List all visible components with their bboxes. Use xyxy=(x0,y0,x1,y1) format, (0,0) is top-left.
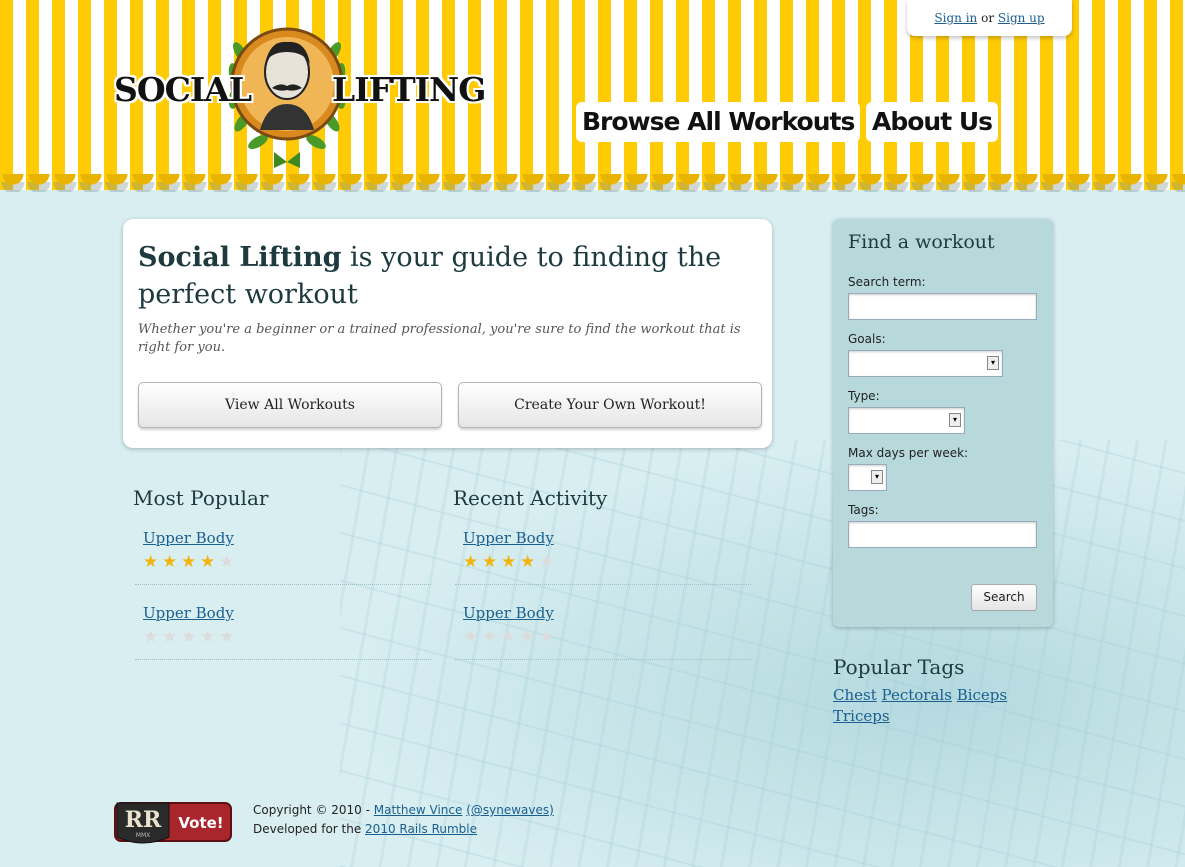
list-item: Upper Body ★ ★ ★ ★ ★ xyxy=(455,601,751,660)
badge-vote: Vote! xyxy=(178,814,223,832)
hero-panel: Social Lifting is your guide to finding … xyxy=(123,219,772,448)
type-label: Type: xyxy=(848,389,880,403)
star-icon[interactable]: ★ xyxy=(200,628,219,646)
hero-title-brand: Social Lifting xyxy=(138,242,342,273)
star-icon[interactable]: ★ xyxy=(181,553,200,571)
copyright-prefix: Copyright © 2010 - xyxy=(253,803,374,817)
view-all-workouts-button[interactable]: View All Workouts xyxy=(138,382,442,428)
badge-letters: RR xyxy=(125,807,162,833)
nav-about-us[interactable]: About Us xyxy=(866,102,999,142)
sign-up-link[interactable]: Sign up xyxy=(998,11,1045,25)
sign-in-link[interactable]: Sign in xyxy=(934,11,977,25)
rails-rumble-link[interactable]: 2010 Rails Rumble xyxy=(365,822,477,836)
tag-link-chest[interactable]: Chest xyxy=(833,686,877,704)
developed-line: Developed for the 2010 Rails Rumble xyxy=(253,820,554,839)
star-icon[interactable]: ★ xyxy=(143,628,162,646)
workout-link[interactable]: Upper Body xyxy=(463,526,751,550)
create-workout-button[interactable]: Create Your Own Workout! xyxy=(458,382,762,428)
hero-subtitle: Whether you're a beginner or a trained p… xyxy=(138,322,741,355)
max-days-select[interactable]: ▾ xyxy=(848,464,887,491)
site-logo[interactable]: SOCIAL LIFTING xyxy=(112,12,486,180)
list-item: Upper Body ★ ★ ★ ★ ★ xyxy=(135,601,431,660)
star-icon[interactable]: ★ xyxy=(200,553,219,571)
dropdown-arrow-icon: ▾ xyxy=(949,413,961,427)
star-icon[interactable]: ★ xyxy=(539,628,558,646)
max-days-label: Max days per week: xyxy=(848,446,969,460)
tag-link-pectorals[interactable]: Pectorals xyxy=(882,686,952,704)
find-workout-panel: Find a workout Search term: Goals: ▾ Typ… xyxy=(833,219,1053,627)
star-icon[interactable]: ★ xyxy=(181,628,200,646)
developed-prefix: Developed for the xyxy=(253,822,366,836)
popular-tags-list: Chest Pectorals Biceps Triceps xyxy=(833,685,1033,727)
logo-text-lifting: LIFTING xyxy=(332,70,486,109)
star-icon[interactable]: ★ xyxy=(463,628,482,646)
badge-year: MMX xyxy=(136,832,150,839)
star-rating[interactable]: ★ ★ ★ ★ ★ xyxy=(463,627,751,646)
popular-tags-title: Popular Tags xyxy=(833,655,965,679)
star-icon[interactable]: ★ xyxy=(520,553,539,571)
dropdown-arrow-icon: ▾ xyxy=(871,470,883,484)
star-icon[interactable]: ★ xyxy=(520,628,539,646)
tags-label: Tags: xyxy=(848,503,879,517)
star-icon[interactable]: ★ xyxy=(539,553,558,571)
star-icon[interactable]: ★ xyxy=(219,553,238,571)
star-rating[interactable]: ★ ★ ★ ★ ★ xyxy=(143,552,431,571)
dropdown-arrow-icon: ▾ xyxy=(987,356,999,370)
star-icon[interactable]: ★ xyxy=(219,628,238,646)
star-icon[interactable]: ★ xyxy=(162,553,181,571)
auth-separator: or xyxy=(981,11,995,25)
footer-credits: Copyright © 2010 - Matthew Vince (@synew… xyxy=(253,801,554,839)
star-icon[interactable]: ★ xyxy=(162,628,181,646)
tag-link-triceps[interactable]: Triceps xyxy=(833,707,890,725)
recent-activity-section: Recent Activity Upper Body ★ ★ ★ ★ ★ Upper B… xyxy=(453,486,753,676)
list-item: Upper Body ★ ★ ★ ★ ★ xyxy=(135,526,431,585)
author-link[interactable]: Matthew Vince xyxy=(374,803,463,817)
star-icon[interactable]: ★ xyxy=(143,553,162,571)
star-icon[interactable]: ★ xyxy=(501,553,520,571)
search-button[interactable]: Search xyxy=(971,584,1037,611)
logo-text-social: SOCIAL xyxy=(114,70,252,109)
star-rating[interactable]: ★ ★ ★ ★ ★ xyxy=(463,552,751,571)
workout-link[interactable]: Upper Body xyxy=(463,601,751,625)
type-select[interactable]: ▾ xyxy=(848,407,965,434)
most-popular-title: Most Popular xyxy=(133,486,269,510)
workout-link[interactable]: Upper Body xyxy=(143,526,431,550)
star-icon[interactable]: ★ xyxy=(482,628,501,646)
find-workout-title: Find a workout xyxy=(848,231,995,253)
recent-activity-title: Recent Activity xyxy=(453,486,608,510)
star-icon[interactable]: ★ xyxy=(463,553,482,571)
goals-label: Goals: xyxy=(848,332,886,346)
auth-box: Sign in or Sign up xyxy=(907,0,1072,36)
search-term-label: Search term: xyxy=(848,275,926,289)
star-icon[interactable]: ★ xyxy=(501,628,520,646)
goals-select[interactable]: ▾ xyxy=(848,350,1003,377)
nav-browse-workouts[interactable]: Browse All Workouts xyxy=(576,102,861,142)
tags-input[interactable] xyxy=(848,521,1037,548)
rails-rumble-vote-badge[interactable]: RR MMX Vote! xyxy=(113,797,233,845)
copyright-line: Copyright © 2010 - Matthew Vince (@synew… xyxy=(253,801,554,820)
search-term-input[interactable] xyxy=(848,293,1037,320)
workout-link[interactable]: Upper Body xyxy=(143,601,431,625)
twitter-handle-link[interactable]: (@synewaves) xyxy=(466,803,554,817)
star-icon[interactable]: ★ xyxy=(482,553,501,571)
tag-link-biceps[interactable]: Biceps xyxy=(957,686,1007,704)
star-rating[interactable]: ★ ★ ★ ★ ★ xyxy=(143,627,431,646)
hero-title: Social Lifting is your guide to finding … xyxy=(138,239,768,313)
list-item: Upper Body ★ ★ ★ ★ ★ xyxy=(455,526,751,585)
most-popular-section: Most Popular Upper Body ★ ★ ★ ★ ★ Upper Body… xyxy=(133,486,433,676)
